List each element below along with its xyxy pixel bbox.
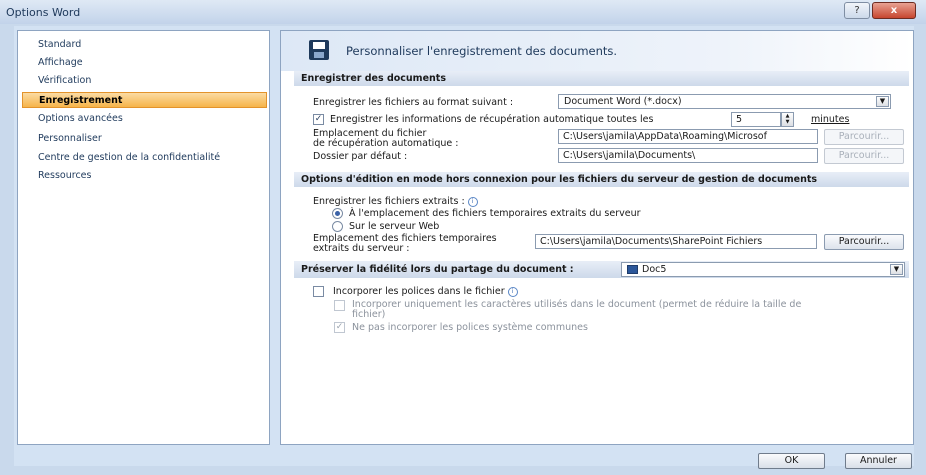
document-select-value: Doc5 (642, 264, 667, 275)
sidebar-item-personnaliser[interactable]: Personnaliser (22, 131, 267, 147)
ok-button[interactable]: OK (758, 453, 825, 469)
chevron-down-icon[interactable]: ▼ (876, 96, 889, 107)
format-select[interactable]: Document Word (*.docx) ▼ (558, 94, 891, 109)
sidebar-item-affichage[interactable]: Affichage (22, 55, 267, 71)
embed-fonts-checkbox[interactable] (313, 286, 324, 297)
no-system-fonts-label: Ne pas incorporer les polices système co… (352, 322, 588, 333)
autorecover-label: Enregistrer les informations de récupéra… (330, 114, 654, 125)
save-extracted-row: Enregistrer les fichiers extraits :i (313, 196, 478, 207)
browse-temp-location-button[interactable]: Parcourir... (824, 234, 904, 250)
minutes-label: minutes (811, 114, 850, 125)
default-folder-input[interactable]: C:\Users\jamila\Documents\ (558, 148, 818, 163)
help-button[interactable]: ? (844, 2, 870, 19)
default-folder-label: Dossier par défaut : (313, 151, 408, 162)
section-offline-editing: Options d'édition en mode hors connexion… (294, 172, 909, 187)
sidebar-item-confidentialite[interactable]: Centre de gestion de la confidentialité (22, 150, 267, 166)
sidebar-nav: Standard Affichage Vérification Enregist… (17, 30, 270, 445)
no-system-fonts-checkbox[interactable]: ✓ (334, 322, 345, 333)
sidebar-item-standard[interactable]: Standard (22, 37, 267, 53)
autorecover-checkbox[interactable]: ✓ (313, 114, 324, 125)
temp-location-label-2: extraits du serveur : (313, 243, 410, 254)
autorecover-location-input[interactable]: C:\Users\jamila\AppData\Roaming\Microsof (558, 129, 818, 144)
sidebar-item-verification[interactable]: Vérification (22, 73, 267, 89)
cancel-button[interactable]: Annuler (845, 453, 912, 469)
info-icon: i (507, 286, 518, 297)
sidebar-item-enregistrement[interactable]: Enregistrement (22, 92, 267, 108)
embed-fonts-label: Incorporer les polices dans le fichier (333, 286, 505, 297)
sidebar-item-options-avancees[interactable]: Options avancées (22, 111, 267, 127)
browse-autorecover-button[interactable]: Parcourir... (824, 129, 904, 145)
window-title: Options Word (6, 6, 81, 19)
close-button[interactable]: x (872, 2, 916, 19)
title-bar: Options Word ? x (0, 0, 926, 24)
chevron-down-icon[interactable]: ▼ (890, 264, 903, 275)
embed-used-chars-label-2: fichier) (352, 309, 386, 320)
floppy-disk-icon (309, 40, 329, 60)
minutes-spinner[interactable]: ▲ ▼ (781, 112, 794, 127)
save-extracted-label: Enregistrer les fichiers extraits : (313, 196, 465, 207)
temp-location-input[interactable]: C:\Users\jamila\Documents\SharePoint Fic… (535, 234, 817, 249)
radio-temp-location[interactable] (332, 208, 343, 219)
autorecover-location-label-2: de récupération automatique : (313, 138, 459, 149)
fidelity-title: Préserver la fidélité lors du partage du… (301, 264, 574, 275)
page-title: Personnaliser l'enregistrement des docum… (346, 44, 618, 58)
document-select[interactable]: Doc5 ▼ (621, 262, 905, 277)
browse-default-folder-button[interactable]: Parcourir... (824, 148, 904, 164)
section-save-documents: Enregistrer des documents (294, 71, 909, 86)
info-icon: i (467, 196, 478, 207)
embed-used-chars-label: Incorporer uniquement les caractères uti… (352, 299, 802, 310)
radio-temp-label: À l'emplacement des fichiers temporaires… (349, 208, 641, 219)
embed-used-chars-checkbox[interactable] (334, 300, 345, 311)
format-select-value: Document Word (*.docx) (564, 96, 682, 107)
word-document-icon (627, 265, 638, 274)
embed-fonts-row: Incorporer les polices dans le fichier i (333, 286, 518, 297)
autorecover-minutes-input[interactable]: 5 (731, 112, 781, 127)
radio-web-label: Sur le serveur Web (349, 221, 440, 232)
main-panel: Personnaliser l'enregistrement des docum… (280, 30, 914, 445)
sidebar-item-ressources[interactable]: Ressources (22, 168, 267, 184)
format-label: Enregistrer les fichiers au format suiva… (313, 97, 514, 108)
radio-web-server[interactable] (332, 221, 343, 232)
header-band: Personnaliser l'enregistrement des docum… (281, 31, 913, 71)
